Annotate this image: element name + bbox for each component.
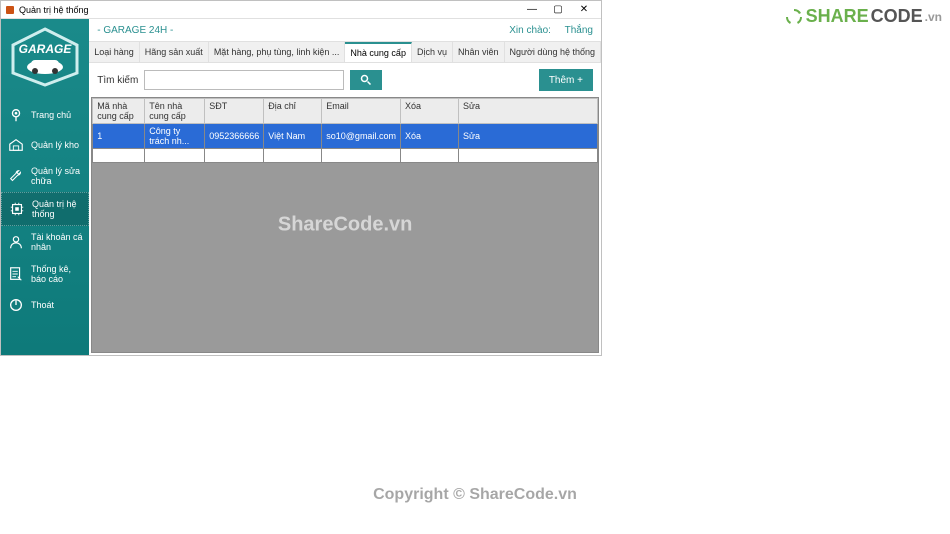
garage-logo: GARAGE [9, 27, 81, 92]
cell-name[interactable]: Công ty trách nh... [145, 124, 205, 149]
grid-header-row: Mã nhà cung cấp Tên nhà cung cấp SĐT Địa… [93, 99, 598, 124]
footer-watermark: Copyright © ShareCode.vn [373, 486, 577, 504]
titlebar: Quản trị hệ thống — ▢ ✕ [1, 1, 601, 19]
warehouse-icon [7, 136, 25, 154]
sidebar-item-exit[interactable]: Thoát [1, 290, 89, 320]
maximize-button[interactable]: ▢ [545, 2, 571, 18]
chip-icon [8, 200, 26, 218]
window-controls: — ▢ ✕ [519, 2, 597, 18]
toolbar: Tìm kiếm Thêm + [89, 63, 601, 97]
col-name[interactable]: Tên nhà cung cấp [145, 99, 205, 124]
cell-addr[interactable]: Việt Nam [264, 124, 322, 149]
add-button[interactable]: Thêm + [539, 69, 593, 91]
user-name: Thắng [565, 25, 593, 36]
minimize-button[interactable]: — [519, 2, 545, 18]
col-edit[interactable]: Sửa [458, 99, 597, 124]
greeting-area: Xin chào: Thắng [509, 25, 593, 36]
app-title: - GARAGE 24H - [97, 25, 173, 36]
power-icon [7, 296, 25, 314]
col-addr[interactable]: Địa chỉ [264, 99, 322, 124]
wrench-icon [7, 167, 25, 185]
sidebar-item-label: Quản trị hệ thống [32, 199, 82, 219]
search-input[interactable] [144, 70, 344, 90]
watermark-center: ShareCode.vn [278, 214, 412, 237]
sidebar-item-label: Trang chủ [31, 110, 71, 120]
search-label: Tìm kiếm [97, 75, 138, 86]
sidebar-item-label: Tài khoản cá nhân [31, 232, 83, 252]
search-button[interactable] [350, 70, 382, 90]
col-id[interactable]: Mã nhà cung cấp [93, 99, 145, 124]
sidebar-item-label: Quản lý sửa chữa [31, 166, 83, 186]
table-row[interactable] [93, 149, 598, 163]
sidebar-item-report[interactable]: Thống kê, báo cáo [1, 258, 89, 290]
svg-text:GARAGE: GARAGE [19, 42, 73, 56]
tab-supplier[interactable]: Nhà cung cấp [345, 42, 412, 62]
data-grid[interactable]: Mã nhà cung cấp Tên nhà cung cấp SĐT Địa… [91, 97, 599, 353]
cell-email[interactable]: so10@gmail.com [322, 124, 401, 149]
sidebar: GARAGE Trang chủ Quản lý kho Quản l [1, 19, 89, 355]
col-phone[interactable]: SĐT [205, 99, 264, 124]
search-icon [360, 74, 372, 86]
user-icon [7, 233, 25, 251]
cell-edit[interactable]: Sửa [458, 124, 597, 149]
tab-staff[interactable]: Nhân viên [453, 42, 505, 62]
sidebar-item-label: Quản lý kho [31, 140, 79, 150]
window-title: Quản trị hệ thống [19, 5, 89, 15]
tab-category[interactable]: Loại hàng [89, 42, 140, 62]
sidebar-item-account[interactable]: Tài khoản cá nhân [1, 226, 89, 258]
sidebar-item-admin[interactable]: Quản trị hệ thống [1, 192, 89, 226]
table-row[interactable]: 1 Công ty trách nh... 0952366666 Việt Na… [93, 124, 598, 149]
logo-vn: .vn [925, 10, 942, 24]
logo-code: CODE [871, 6, 923, 27]
cell-phone[interactable]: 0952366666 [205, 124, 264, 149]
app-window: Quản trị hệ thống — ▢ ✕ GARAGE [0, 0, 602, 356]
cell-id[interactable]: 1 [93, 124, 145, 149]
close-button[interactable]: ✕ [571, 2, 597, 18]
sharecode-logo: SHARECODE.vn [784, 6, 942, 27]
tab-users[interactable]: Người dùng hệ thống [505, 42, 602, 62]
tab-manufacturer[interactable]: Hãng sản xuất [140, 42, 209, 62]
logo-share: SHARE [806, 6, 869, 27]
col-email[interactable]: Email [322, 99, 401, 124]
sidebar-item-warehouse[interactable]: Quản lý kho [1, 130, 89, 160]
tab-parts[interactable]: Mặt hàng, phụ tùng, linh kiện ... [209, 42, 346, 62]
greeting-label: Xin chào: [509, 25, 551, 36]
tabs: Loại hàng Hãng sản xuất Mặt hàng, phụ tù… [89, 41, 601, 63]
cell-delete[interactable]: Xóa [400, 124, 458, 149]
sidebar-item-label: Thoát [31, 300, 54, 310]
sidebar-item-repair[interactable]: Quản lý sửa chữa [1, 160, 89, 192]
sidebar-item-label: Thống kê, báo cáo [31, 264, 83, 284]
logo-area: GARAGE [1, 19, 89, 100]
report-icon [7, 265, 25, 283]
col-delete[interactable]: Xóa [400, 99, 458, 124]
location-pin-icon [7, 106, 25, 124]
recycle-icon [784, 7, 804, 27]
tab-service[interactable]: Dịch vụ [412, 42, 453, 62]
sidebar-item-home[interactable]: Trang chủ [1, 100, 89, 130]
main-panel: - GARAGE 24H - Xin chào: Thắng Loại hàng… [89, 19, 601, 355]
app-icon [5, 5, 15, 15]
app-header: - GARAGE 24H - Xin chào: Thắng [89, 19, 601, 41]
